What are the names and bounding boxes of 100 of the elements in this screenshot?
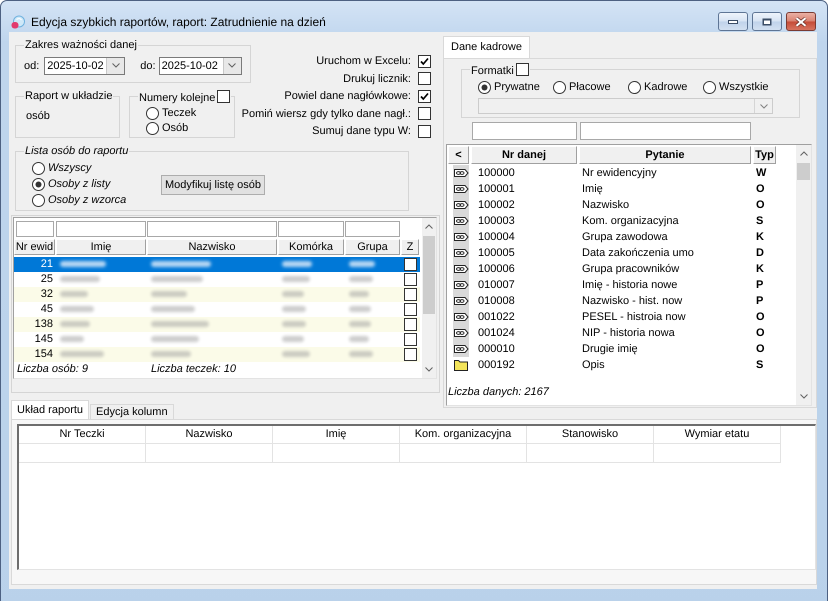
column-header[interactable]: Imię: [273, 426, 400, 444]
filter-field[interactable]: [580, 122, 751, 140]
maximize-button[interactable]: [752, 12, 782, 31]
column-header[interactable]: Kom. organizacyjna: [400, 426, 527, 444]
radio-button[interactable]: [628, 80, 641, 94]
tab[interactable]: Dane kadrowe: [443, 36, 530, 58]
scrollbar-thumb[interactable]: [423, 236, 435, 314]
column-header[interactable]: <: [448, 146, 469, 164]
radio-label[interactable]: Osób: [162, 122, 188, 134]
radio-button[interactable]: [146, 122, 159, 135]
table-cell-text: 100003: [477, 214, 516, 228]
checkbox-label[interactable]: Pomiń wiersz gdy tylko dane nagł.:: [242, 108, 411, 120]
tab[interactable]: Układ raportu: [11, 400, 90, 419]
table-row[interactable]: 154: [14, 346, 420, 362]
column-header[interactable]: Typ: [753, 146, 776, 164]
checkbox-label[interactable]: Uruchom w Excelu:: [316, 55, 411, 67]
tab[interactable]: Edycja kolumn: [90, 404, 174, 419]
filter-field[interactable]: [278, 220, 344, 237]
checkbox-label[interactable]: Drukuj licznik:: [343, 72, 411, 84]
empty-table-cell[interactable]: [654, 444, 781, 463]
minimize-button[interactable]: [718, 12, 748, 31]
blurred-text: [151, 291, 187, 298]
table-row[interactable]: 45: [14, 302, 420, 317]
chevron-down-icon[interactable]: [425, 366, 433, 372]
radio-button[interactable]: [32, 178, 45, 191]
checkbox[interactable]: [418, 124, 431, 138]
filter-field[interactable]: [56, 220, 146, 237]
column-header[interactable]: Nazwisko: [146, 426, 273, 444]
blurred-text: [151, 276, 203, 282]
column-header[interactable]: Grupa: [345, 238, 400, 255]
checkbox[interactable]: [404, 272, 417, 286]
checkbox[interactable]: [404, 332, 417, 346]
radio-label[interactable]: Teczek: [162, 107, 196, 120]
checkbox[interactable]: [404, 258, 417, 271]
empty-table-cell[interactable]: [19, 444, 146, 463]
chevron-up-icon[interactable]: [425, 224, 433, 229]
table-row[interactable]: 138: [14, 316, 420, 332]
radio-label[interactable]: Wszystkie: [719, 81, 768, 93]
checkbox[interactable]: [217, 90, 230, 103]
modify-list-button[interactable]: Modyfikuj listę osób: [161, 174, 265, 195]
radio-button[interactable]: [703, 80, 716, 94]
column-header[interactable]: Z: [401, 238, 419, 255]
empty-table-cell[interactable]: [146, 444, 273, 463]
radio-label[interactable]: Osoby z listy: [48, 178, 110, 190]
filter-field[interactable]: [472, 122, 577, 140]
column-header[interactable]: Nr danej: [471, 146, 577, 164]
radio-label[interactable]: Płacowe: [569, 81, 611, 93]
empty-table-cell[interactable]: [527, 444, 654, 463]
radio-button[interactable]: [32, 162, 45, 175]
checkbox[interactable]: [418, 90, 431, 102]
checkbox-label[interactable]: Powiel dane nagłówkowe:: [284, 90, 411, 102]
radio-button[interactable]: [32, 194, 45, 207]
scrollbar[interactable]: [796, 144, 811, 404]
chevron-down-icon[interactable]: [800, 394, 808, 398]
column-header[interactable]: Nr ewid: [14, 238, 55, 255]
checkbox[interactable]: [404, 348, 417, 361]
radio-label[interactable]: Kadrowe: [644, 81, 688, 93]
radio-label[interactable]: Prywatne: [494, 81, 540, 93]
radio-button[interactable]: [478, 80, 491, 94]
column-header[interactable]: Pytanie: [579, 146, 751, 164]
radio-label[interactable]: Wszyscy: [48, 162, 92, 174]
table-row[interactable]: 21: [14, 256, 420, 272]
date-field[interactable]: 2025-10-02: [44, 56, 126, 74]
filter-field[interactable]: [147, 220, 277, 237]
dropdown-button[interactable]: [222, 58, 241, 74]
scrollbar[interactable]: [422, 218, 436, 378]
table-row[interactable]: 145: [14, 332, 420, 347]
dropdown-button[interactable]: [106, 58, 124, 74]
table-cell-text: 45: [40, 302, 54, 317]
scrollbar-thumb[interactable]: [797, 162, 810, 180]
checkbox-label[interactable]: Sumuj dane typu W:: [312, 125, 411, 137]
table-cell-text: 32: [40, 286, 54, 302]
radio-label[interactable]: Osoby z wzorca: [48, 194, 126, 206]
blurred-text: [60, 276, 100, 282]
checkbox[interactable]: [418, 107, 431, 120]
column-header[interactable]: Nr Teczki: [19, 426, 146, 444]
date-field[interactable]: 2025-10-02: [158, 56, 242, 74]
empty-table-cell[interactable]: [273, 444, 400, 463]
chevron-up-icon[interactable]: [800, 150, 808, 156]
checkbox[interactable]: [404, 318, 417, 331]
checkbox[interactable]: [418, 72, 431, 85]
column-header[interactable]: Stanowisko: [527, 426, 654, 444]
column-header[interactable]: Komórka: [278, 238, 344, 255]
chevron-down-icon: [112, 63, 120, 68]
filter-field[interactable]: [16, 220, 54, 237]
table-row[interactable]: 32: [14, 286, 420, 302]
checkbox[interactable]: [418, 54, 431, 68]
column-header[interactable]: Nazwisko: [147, 238, 277, 255]
column-header[interactable]: Wymiar etatu: [654, 426, 781, 444]
checkbox[interactable]: [404, 302, 417, 316]
table-row[interactable]: 25: [14, 272, 420, 287]
checkbox[interactable]: [404, 288, 417, 301]
radio-button[interactable]: [146, 106, 159, 120]
column-header[interactable]: Imię: [56, 238, 146, 255]
empty-table-cell[interactable]: [400, 444, 527, 463]
table-cell-text: 001024: [477, 326, 516, 340]
checkbox[interactable]: [516, 62, 529, 76]
close-button[interactable]: [786, 12, 816, 31]
filter-field[interactable]: [345, 220, 400, 237]
radio-button[interactable]: [553, 80, 566, 94]
